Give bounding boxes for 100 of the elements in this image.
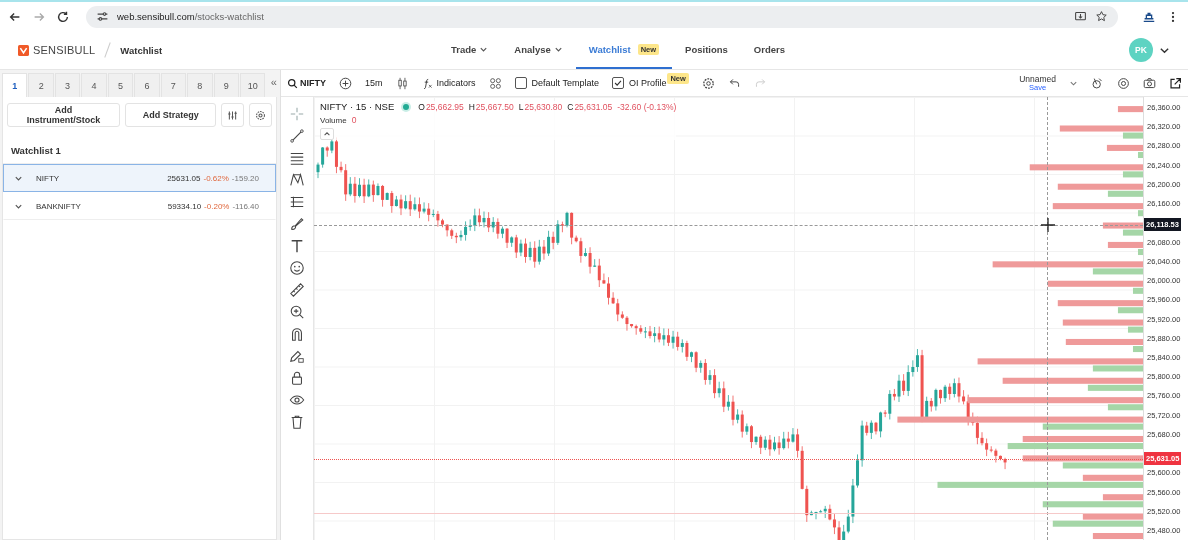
watchlist-tab[interactable]: 2	[28, 73, 54, 97]
nav-tab[interactable]: Analyse	[501, 31, 576, 69]
put-oi-bar	[1138, 151, 1143, 158]
symbol-search[interactable]: NIFTY	[287, 77, 326, 89]
crosshair-cursor-icon	[1041, 218, 1055, 233]
status-dot	[403, 103, 410, 110]
settings-button[interactable]	[249, 103, 272, 127]
page-title: Watchlist	[120, 44, 163, 56]
watchlist-tab[interactable]: 9	[213, 73, 239, 97]
nav-label: Watchlist	[588, 43, 631, 55]
site-settings-icon[interactable]	[96, 10, 109, 23]
call-oi-bar	[1082, 513, 1143, 520]
nav-tab[interactable]: Positions	[672, 31, 741, 69]
fibonacci-icon[interactable]	[289, 194, 305, 210]
address-bar[interactable]: web.sensibull.com/stocks-watchlist	[86, 5, 1118, 28]
settings-icon[interactable]	[701, 76, 715, 90]
put-oi-bar	[1092, 365, 1143, 372]
url-text: web.sensibull.com/stocks-watchlist	[117, 11, 264, 22]
magnet-icon[interactable]	[289, 326, 305, 342]
filter-button[interactable]	[221, 103, 245, 127]
brand-name[interactable]: SENSIBULL	[33, 44, 96, 56]
price-text: 25631.05	[167, 173, 201, 183]
candles-icon[interactable]	[395, 76, 409, 90]
target-icon[interactable]	[1117, 76, 1130, 90]
oi-profile-checkbox[interactable]: OI Profile	[611, 77, 667, 89]
watchlist-tab[interactable]: 1	[2, 73, 28, 97]
add-symbol-icon[interactable]	[339, 76, 352, 90]
put-oi-bar	[1133, 287, 1143, 294]
pattern-icon[interactable]	[289, 172, 305, 188]
watchlist-row[interactable]: BANKNIFTY 59334.10 -0.20% -116.40	[3, 192, 276, 220]
put-oi-bar	[1138, 249, 1143, 256]
call-oi-bar	[1117, 106, 1143, 113]
nav-label: Trade	[451, 43, 477, 55]
eye-icon[interactable]	[289, 392, 305, 408]
put-oi-bar	[1127, 326, 1143, 333]
put-oi-bar	[1122, 229, 1143, 236]
nav-tab[interactable]: Orders	[740, 31, 798, 69]
sliders-icon	[227, 109, 239, 121]
put-oi-bar	[1133, 346, 1143, 353]
collapse-legend-button[interactable]	[320, 128, 334, 140]
settings-icon	[255, 109, 267, 121]
external-link-icon[interactable]	[1169, 76, 1182, 90]
trash-icon[interactable]	[289, 414, 305, 430]
interval-button[interactable]: 15m	[365, 78, 383, 88]
symbol-title: NIFTY · 15 · NSE	[320, 101, 395, 112]
zoom-in-icon[interactable]	[289, 304, 305, 320]
put-oi-bar	[1092, 268, 1143, 275]
nav-tab[interactable]: Trade	[438, 31, 502, 69]
nav-label: Orders	[753, 43, 785, 55]
put-oi-bar	[1117, 307, 1143, 314]
trend-line-icon[interactable]	[289, 128, 305, 144]
nav-label: Positions	[685, 43, 728, 55]
templates-icon[interactable]	[488, 76, 502, 90]
change-value: -116.40	[232, 201, 259, 211]
undo-icon[interactable]	[727, 76, 741, 90]
put-oi-bar	[1087, 384, 1143, 391]
pencil-lock-icon[interactable]	[289, 348, 305, 364]
star-icon[interactable]	[1095, 10, 1108, 23]
indicators-button[interactable]: Indicators	[421, 77, 476, 89]
ohlc-value: O25,662.95	[418, 101, 464, 112]
watchlist-tab[interactable]: 6	[134, 73, 160, 97]
text-tool-icon[interactable]	[289, 238, 305, 254]
put-oi-bar	[1107, 190, 1143, 197]
call-oi-bar	[1102, 494, 1143, 501]
call-oi-bar	[1107, 241, 1143, 248]
add-button[interactable]: Add Instrument/Stock	[7, 103, 121, 127]
watchlist-tab[interactable]: 4	[81, 73, 107, 97]
volume-value: 0	[351, 115, 357, 125]
camera-icon[interactable]	[1143, 76, 1156, 90]
horizontal-lines-icon[interactable]	[289, 150, 305, 166]
install-icon[interactable]	[1074, 10, 1087, 23]
reload-icon[interactable]	[56, 9, 70, 24]
call-oi-bar	[1092, 533, 1143, 540]
lock-icon[interactable]	[289, 370, 305, 386]
watchlist-row[interactable]: NIFTY 25631.05 -0.62% -159.20	[3, 164, 276, 192]
watchlist-tab[interactable]: 5	[107, 73, 134, 97]
chevron-up-icon	[323, 130, 331, 138]
checkmark-icon	[612, 78, 623, 88]
call-oi-bar	[1082, 474, 1143, 481]
put-oi-bar	[1107, 404, 1143, 411]
watchlist-tab[interactable]: 3	[54, 73, 81, 97]
ruler-icon[interactable]	[289, 282, 305, 298]
price-text: 59334.10	[167, 201, 202, 211]
ohlc-value: C 25,631.05	[567, 101, 613, 112]
alert-icon[interactable]	[1091, 76, 1104, 90]
add-button[interactable]: Add Strategy	[125, 103, 217, 127]
default-template-checkbox[interactable]: Default Template	[514, 77, 599, 89]
put-oi-bar	[1122, 171, 1143, 178]
call-oi-bar	[1102, 222, 1143, 229]
watchlist-tab[interactable]: 10	[239, 73, 266, 97]
ohlc-value: L 25,630.80	[518, 101, 563, 112]
watchlist-tab[interactable]: 8	[187, 73, 213, 97]
symbol-name: NIFTY	[36, 173, 60, 183]
brush-icon[interactable]	[289, 216, 305, 232]
search-icon	[287, 77, 298, 89]
change-percent: -0.62%	[203, 173, 229, 183]
watchlist-tab[interactable]: 7	[160, 73, 187, 97]
change-value: -159.20	[231, 173, 259, 183]
smiley-icon[interactable]	[289, 260, 305, 276]
ohlc-value: H25,667.50	[468, 101, 514, 112]
